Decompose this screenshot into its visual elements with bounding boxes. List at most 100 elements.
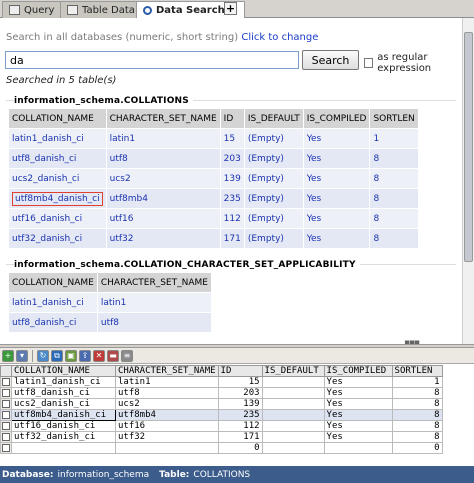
- column-header[interactable]: COLLATION_NAME: [8, 272, 98, 293]
- grid-cell[interactable]: utf32_danish_ci: [11, 431, 116, 443]
- grid-settings-icon[interactable]: ≡: [121, 349, 133, 362]
- table-row-selected[interactable]: utf8mb4_danish_ci utf8mb4 235 (Empty) Ye…: [8, 188, 419, 209]
- row-checkbox[interactable]: [2, 400, 10, 408]
- grid-cell[interactable]: 235: [217, 409, 263, 421]
- table-cell[interactable]: 8: [369, 208, 419, 229]
- table-cell[interactable]: Yes: [302, 188, 371, 209]
- table-cell[interactable]: utf16_danish_ci: [8, 208, 107, 229]
- table-cell[interactable]: 112: [219, 208, 245, 229]
- table-cell[interactable]: Yes: [302, 208, 371, 229]
- grid-row[interactable]: utf32_danish_ci utf32 171 Yes 8: [0, 431, 443, 443]
- grid-cell[interactable]: latin1_danish_ci: [11, 376, 116, 388]
- table-row[interactable]: latin1_danish_ci latin1: [8, 292, 212, 313]
- table-cell[interactable]: (Empty): [243, 228, 304, 249]
- table-cell[interactable]: utf8mb4_danish_ci: [8, 188, 107, 209]
- table-cell[interactable]: (Empty): [243, 208, 304, 229]
- grid-cell[interactable]: Yes: [323, 376, 393, 388]
- column-header[interactable]: IS_DEFAULT: [243, 108, 304, 129]
- grid-cell[interactable]: [11, 442, 116, 454]
- column-header[interactable]: IS_COMPILED: [302, 108, 371, 129]
- grid-cell[interactable]: 171: [217, 431, 263, 443]
- table-cell[interactable]: 171: [219, 228, 245, 249]
- grid-cell[interactable]: 8: [391, 431, 443, 443]
- table-row[interactable]: latin1_danish_ci latin1 15 (Empty) Yes 1: [8, 128, 419, 149]
- grid-cell[interactable]: utf8_danish_ci: [11, 387, 116, 399]
- table-cell[interactable]: Yes: [302, 148, 371, 169]
- grid-cell[interactable]: Yes: [323, 387, 393, 399]
- grid-cell[interactable]: Yes: [323, 431, 393, 443]
- table-cell[interactable]: 8: [369, 188, 419, 209]
- table-cell[interactable]: 139: [219, 168, 245, 189]
- search-button[interactable]: Search: [302, 50, 359, 70]
- row-selector[interactable]: [0, 398, 12, 410]
- grid-cell[interactable]: [261, 376, 325, 388]
- grid-cell[interactable]: utf8: [115, 387, 219, 399]
- table-cell[interactable]: utf8mb4: [105, 188, 221, 209]
- grid-cell[interactable]: [261, 398, 325, 410]
- grid-column-header[interactable]: SORTLEN: [391, 365, 443, 377]
- table-row[interactable]: utf8_danish_ci utf8: [8, 312, 212, 333]
- grid-cell[interactable]: [261, 420, 325, 432]
- table-cell[interactable]: 8: [369, 168, 419, 189]
- add-tab-button[interactable]: +: [224, 2, 237, 15]
- table-cell[interactable]: latin1_danish_ci: [8, 292, 98, 313]
- table-row[interactable]: utf16_danish_ci utf16 112 (Empty) Yes 8: [8, 208, 419, 229]
- column-header[interactable]: COLLATION_NAME: [8, 108, 107, 129]
- tab-table-data[interactable]: Table Data: [60, 1, 142, 18]
- grid-cell[interactable]: [323, 442, 393, 454]
- table-cell[interactable]: (Empty): [243, 128, 304, 149]
- table-cell[interactable]: (Empty): [243, 168, 304, 189]
- vertical-scrollbar[interactable]: [462, 18, 474, 344]
- grid-row[interactable]: latin1_danish_ci latin1 15 Yes 1: [0, 376, 443, 388]
- table-cell[interactable]: 8: [369, 228, 419, 249]
- regex-option[interactable]: as regular expression: [364, 52, 474, 74]
- table-cell[interactable]: utf16: [105, 208, 221, 229]
- delete-all-icon[interactable]: ▬: [107, 349, 119, 362]
- table-cell[interactable]: latin1: [105, 128, 221, 149]
- table-cell[interactable]: 15: [219, 128, 245, 149]
- grid-column-header[interactable]: ID: [217, 365, 263, 377]
- grid-column-header[interactable]: IS_DEFAULT: [261, 365, 325, 377]
- grid-cell[interactable]: [261, 431, 325, 443]
- row-selector[interactable]: [0, 409, 12, 421]
- grid-cell[interactable]: Yes: [323, 420, 393, 432]
- table-row[interactable]: ucs2_danish_ci ucs2 139 (Empty) Yes 8: [8, 168, 419, 189]
- grid-cell[interactable]: ucs2_danish_ci: [11, 398, 116, 410]
- grid-row[interactable]: utf16_danish_ci utf16 112 Yes 8: [0, 420, 443, 432]
- row-checkbox[interactable]: [2, 422, 10, 430]
- table-cell[interactable]: ucs2_danish_ci: [8, 168, 107, 189]
- grid-cell-selected[interactable]: utf8mb4_danish_ci: [11, 409, 116, 421]
- grid-row-selected[interactable]: utf8mb4_danish_ci utf8mb4 235 Yes 8: [0, 409, 443, 421]
- grid-cell[interactable]: 8: [391, 398, 443, 410]
- grid-cell[interactable]: utf32: [115, 431, 219, 443]
- table-cell[interactable]: utf8: [96, 312, 212, 333]
- table-cell[interactable]: 1: [369, 128, 419, 149]
- grid-cell[interactable]: 1: [391, 376, 443, 388]
- grid-cell[interactable]: 139: [217, 398, 263, 410]
- row-selector[interactable]: [0, 420, 12, 432]
- options-dropdown-icon[interactable]: ▾: [16, 349, 28, 362]
- table-cell[interactable]: utf32: [105, 228, 221, 249]
- grid-cell[interactable]: latin1: [115, 376, 219, 388]
- grid-cell[interactable]: 8: [391, 387, 443, 399]
- grid-cell[interactable]: [115, 442, 219, 454]
- grid-column-header[interactable]: IS_COMPILED: [323, 365, 393, 377]
- table-cell[interactable]: utf8_danish_ci: [8, 312, 98, 333]
- table-cell[interactable]: 8: [369, 148, 419, 169]
- table-cell[interactable]: latin1_danish_ci: [8, 128, 107, 149]
- table-cell[interactable]: Yes: [302, 128, 371, 149]
- row-checkbox[interactable]: [2, 378, 10, 386]
- delete-row-icon[interactable]: ✕: [93, 349, 105, 362]
- grid-column-header[interactable]: COLLATION_NAME: [11, 365, 116, 377]
- table-cell[interactable]: utf8: [105, 148, 221, 169]
- table-cell[interactable]: ucs2: [105, 168, 221, 189]
- row-checkbox[interactable]: [2, 444, 10, 452]
- table-cell[interactable]: 235: [219, 188, 245, 209]
- grid-cell[interactable]: [261, 409, 325, 421]
- grid-cell[interactable]: ucs2: [115, 398, 219, 410]
- grid-cell[interactable]: utf8mb4: [115, 409, 219, 421]
- table-cell[interactable]: latin1: [96, 292, 212, 313]
- grid-cell[interactable]: 8: [391, 420, 443, 432]
- row-selector[interactable]: [0, 431, 12, 443]
- row-checkbox[interactable]: [2, 411, 10, 419]
